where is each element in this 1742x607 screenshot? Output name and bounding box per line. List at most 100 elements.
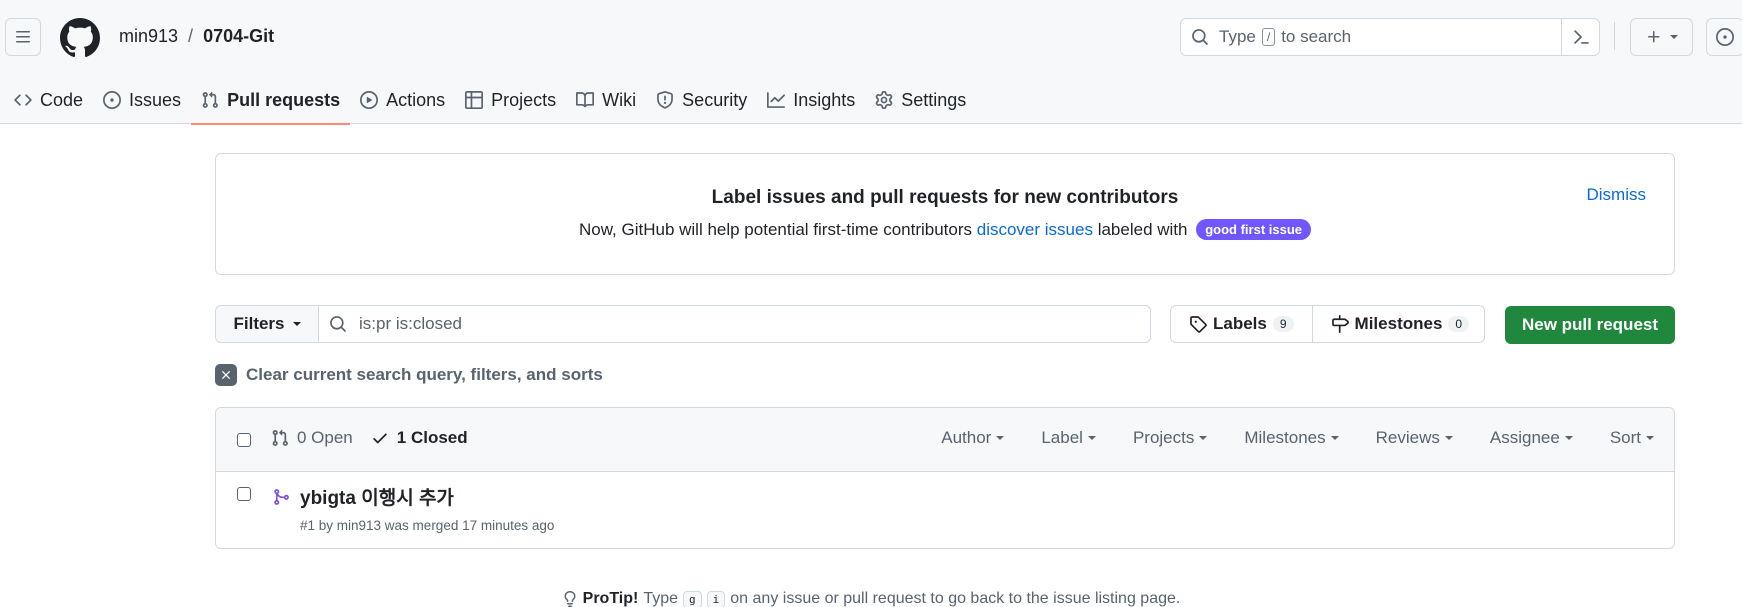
table-icon [465,91,484,109]
git-pull-request-icon [202,91,218,108]
labels-milestones-group: Labels 9 Milestones 0 [1170,305,1485,343]
issues-button[interactable] [1706,18,1742,56]
projects-selector[interactable]: Projects [1132,428,1208,448]
tab-label: Wiki [602,89,637,110]
milestones-button[interactable]: Milestones 0 [1311,306,1488,342]
global-header: min913 / 0704-Git Type / to search Code … [0,0,1742,125]
labels-count: 9 [1272,316,1294,332]
github-logo-icon[interactable] [60,18,100,58]
git-pull-request-icon [272,429,288,446]
search-icon [330,316,346,332]
state-filters: 0 Open 1 Closed [271,428,468,448]
create-new-button[interactable] [1630,18,1693,56]
protip: ProTip! Type g i on any issue or pull re… [0,590,1742,607]
tab-label: Projects [491,89,557,110]
search-prefix: Type [1219,27,1256,46]
play-icon [360,91,379,109]
tab-label: Code [40,89,84,110]
selector-label: Assignee [1489,428,1560,447]
banner-description: Now, GitHub will help potential first-ti… [216,219,1674,240]
sort-selector[interactable]: Sort [1610,428,1654,448]
tab-settings[interactable]: Settings [865,76,976,124]
selector-label: Sort [1609,428,1641,447]
list-item: ybigta 이행시 추가 #1 by min913 was merged 17… [216,472,1674,548]
chevron-down-icon [1669,35,1678,39]
dismiss-button[interactable]: Dismiss [1587,185,1647,205]
chevron-down-icon [292,322,301,326]
tag-icon [1190,316,1207,333]
filter-bar: Filters [215,305,1151,343]
command-palette-button[interactable] [1561,19,1599,55]
open-filter[interactable]: 0 Open [271,428,353,448]
pull-request-list: 0 Open 1 Closed Author Label Projects Mi… [215,407,1675,549]
milestone-icon [1331,315,1349,333]
selector-label: Reviews [1375,428,1440,447]
clear-filters-label: Clear current search query, filters, and… [246,365,603,384]
author-selector[interactable]: Author [941,428,1005,448]
closed-count: 1 Closed [396,428,468,447]
list-selectors: Author Label Projects Milestones Reviews… [941,428,1654,448]
tab-code[interactable]: Code [0,76,93,124]
tab-projects[interactable]: Projects [455,76,566,124]
assignee-selector[interactable]: Assignee [1490,428,1573,448]
tab-security[interactable]: Security [646,76,757,124]
chevron-down-icon [996,436,1005,440]
label-selector[interactable]: Label [1041,428,1096,448]
discover-issues-link[interactable]: discover issues [977,220,1093,239]
tab-label: Actions [386,89,446,110]
milestones-selector[interactable]: Milestones [1244,428,1339,448]
issue-opened-icon [1716,28,1734,46]
new-pull-request-button[interactable]: New pull request [1505,306,1675,344]
contributor-banner: Label issues and pull requests for new c… [215,153,1675,275]
tab-insights[interactable]: Insights [757,76,865,124]
row-checkbox[interactable] [237,487,251,501]
issue-opened-icon [103,91,122,109]
filter-search-input[interactable] [359,314,959,334]
clear-filters-link[interactable]: Clear current search query, filters, and… [215,364,603,386]
repo-link[interactable]: 0704-Git [203,26,274,47]
protip-before: Type [643,590,679,607]
good-first-issue-label[interactable]: good first issue [1196,219,1312,240]
git-merge-icon [274,489,289,505]
filters-button[interactable]: Filters [216,306,319,342]
search-key: / [1261,28,1276,46]
tab-pull-requests[interactable]: Pull requests [191,76,351,125]
tab-actions[interactable]: Actions [350,76,455,124]
protip-key-i: i [706,590,726,607]
banner-desc-before: Now, GitHub will help potential first-ti… [578,220,973,239]
reviews-selector[interactable]: Reviews [1376,428,1453,448]
chevron-down-icon [1330,436,1339,440]
tab-label: Security [682,89,748,110]
protip-label: ProTip! [582,590,639,607]
labels-button[interactable]: Labels 9 [1171,306,1312,342]
pull-request-meta: #1 by min913 was merged 17 minutes ago [300,518,555,533]
menu-button[interactable] [5,18,41,56]
milestones-count: 0 [1448,316,1470,332]
terminal-icon [1573,30,1589,44]
search-suffix: to search [1281,27,1352,46]
hamburger-icon [16,31,30,43]
open-count: 0 Open [297,428,353,447]
owner-link[interactable]: min913 [119,26,178,47]
filters-label: Filters [233,314,285,333]
banner-title: Label issues and pull requests for new c… [711,187,1179,208]
search-input[interactable]: Type / to search [1180,18,1600,56]
list-header: 0 Open 1 Closed Author Label Projects Mi… [216,408,1674,472]
pull-request-title-link[interactable]: ybigta 이행시 추가 [300,483,454,510]
chevron-down-icon [1199,436,1208,440]
search-icon [1192,29,1208,45]
tab-issues[interactable]: Issues [93,76,191,124]
selector-label: Projects [1132,428,1195,447]
light-bulb-icon [564,591,576,607]
selector-label: Label [1041,428,1083,447]
chevron-down-icon [1564,436,1573,440]
tab-wiki[interactable]: Wiki [566,76,646,124]
tab-label: Issues [129,89,182,110]
tab-label: Insights [793,89,856,110]
header-divider [1614,22,1615,50]
check-icon [373,433,387,444]
closed-filter[interactable]: 1 Closed [371,428,468,448]
banner-desc-after: labeled with [1097,220,1188,239]
select-all-checkbox[interactable] [237,433,251,447]
code-icon [14,94,32,106]
